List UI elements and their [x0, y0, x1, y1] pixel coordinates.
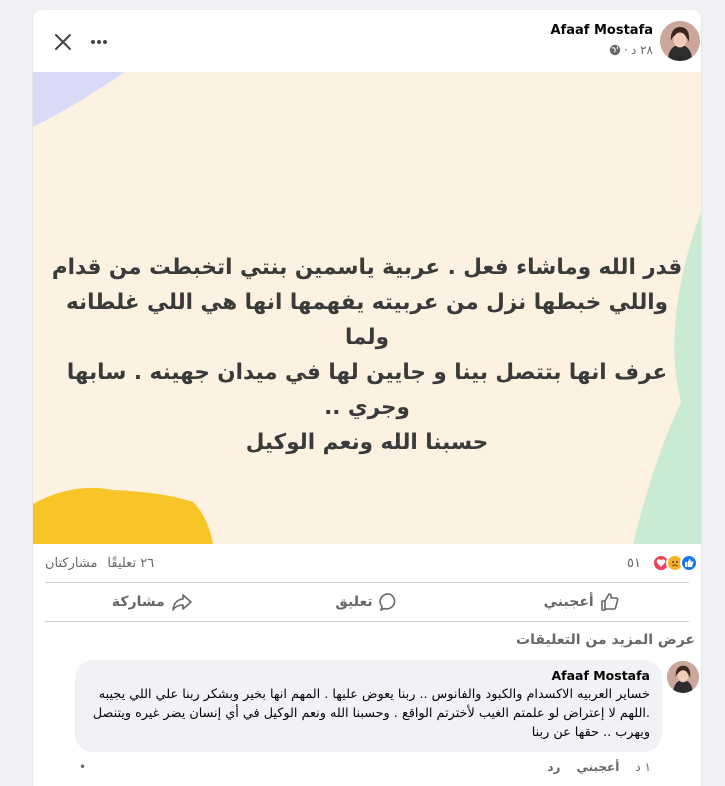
- post-meta: · ٢٨ د: [609, 43, 653, 57]
- engagement-counts: ٢٦ تعليقًا مشاركتان: [45, 556, 154, 571]
- divider: [45, 621, 689, 622]
- post-card: Afaaf Mostafa · ٢٨ د قدر الله وماشاء فعل…: [33, 10, 701, 786]
- like-button-label: أعجبني: [543, 594, 594, 610]
- post-header: Afaaf Mostafa · ٢٨ د: [33, 10, 701, 72]
- thumbs-up-icon: [600, 593, 619, 611]
- more-options-button[interactable]: [83, 26, 115, 58]
- meta-separator: ·: [624, 43, 628, 57]
- post-actions: أعجبني تعليق مشاركة: [45, 583, 689, 621]
- post-text-line: عرف انها بتتصل بينا و جايين لها في ميدان…: [66, 360, 668, 420]
- share-button[interactable]: مشاركة: [45, 583, 260, 621]
- reaction-count[interactable]: ٥١: [627, 556, 641, 571]
- comment-dot: •: [79, 760, 87, 774]
- reaction-icons[interactable]: [652, 554, 698, 572]
- comment-button-label: تعليق: [335, 594, 373, 610]
- like-reaction-icon: [680, 554, 698, 572]
- close-icon: [55, 34, 71, 50]
- comment-time[interactable]: ١ د: [635, 760, 651, 774]
- post-time[interactable]: ٢٨ د: [631, 43, 653, 57]
- shares-count[interactable]: مشاركتان: [45, 556, 97, 571]
- comment-actions: ١ د أعجبني رد: [547, 760, 651, 774]
- comment-reply-button[interactable]: رد: [547, 760, 560, 774]
- post-text-line: قدر الله وماشاء فعل . عربية ياسمين بنتي …: [51, 255, 683, 280]
- commenter-avatar[interactable]: [667, 661, 699, 693]
- comment-text: خساير العربيه الاكسدام والكبود والفانوس …: [92, 687, 650, 740]
- comments-count[interactable]: ٢٦ تعليقًا: [107, 556, 154, 571]
- like-button[interactable]: أعجبني: [474, 583, 689, 621]
- post-stats: ٥١ ٢٦ تعليقًا مشاركتان: [33, 544, 701, 582]
- view-more-comments-link[interactable]: عرض المزيد من التعليقات: [516, 632, 695, 648]
- more-icon: [91, 40, 107, 44]
- author-name[interactable]: Afaaf Mostafa: [551, 23, 653, 38]
- comment-bubble-icon: [378, 593, 395, 611]
- close-button[interactable]: [47, 26, 79, 58]
- comment-author[interactable]: Afaaf Mostafa: [87, 668, 650, 683]
- comment-bubble: Afaaf Mostafa خساير العربيه الاكسدام وال…: [75, 660, 662, 752]
- post-text-line: واللي خبطها نزل من عربيته يفهمها انها هي…: [65, 290, 669, 350]
- comment-button[interactable]: تعليق: [260, 583, 475, 621]
- share-arrow-icon: [171, 594, 192, 611]
- author-avatar[interactable]: [660, 21, 700, 61]
- post-text-background[interactable]: قدر الله وماشاء فعل . عربية ياسمين بنتي …: [33, 72, 701, 544]
- share-button-label: مشاركة: [111, 594, 165, 610]
- post-text: قدر الله وماشاء فعل . عربية ياسمين بنتي …: [51, 250, 683, 460]
- post-text-line: حسبنا الله ونعم الوكيل: [245, 430, 489, 455]
- globe-icon: [609, 44, 621, 56]
- comment-like-button[interactable]: أعجبني: [576, 760, 619, 774]
